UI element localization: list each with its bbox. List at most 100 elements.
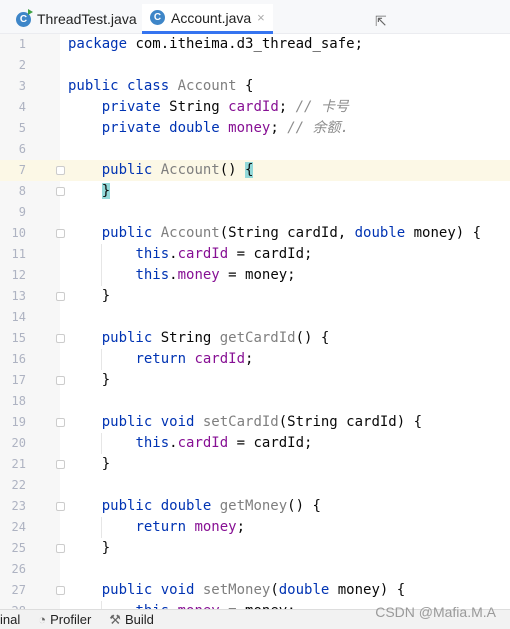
code-line[interactable]: 16 return cardId; — [0, 349, 510, 370]
code-token: () { — [287, 498, 321, 514]
fold-marker-icon[interactable] — [56, 502, 65, 511]
code-text: this.money = money; — [68, 265, 295, 286]
fold-marker-icon[interactable] — [56, 544, 65, 553]
profiler-button[interactable]: ◔ Profiler — [38, 612, 91, 627]
code-line[interactable]: 2 — [0, 55, 510, 76]
code-text: } — [68, 454, 110, 475]
code-token: . — [169, 435, 178, 451]
code-text: return money; — [68, 517, 245, 538]
code-line[interactable]: 22 — [0, 475, 510, 496]
indent-guide — [101, 601, 102, 609]
fold-marker-icon[interactable] — [56, 292, 65, 301]
code-line[interactable]: 17 } — [0, 370, 510, 391]
code-token: getMoney — [219, 498, 288, 514]
line-number: 23 — [11, 499, 26, 513]
line-number: 13 — [11, 289, 26, 303]
code-token: this — [135, 246, 170, 262]
java-class-runnable-icon: C — [16, 8, 33, 27]
code-token: private — [101, 99, 161, 115]
code-line[interactable]: 12 this.money = money; — [0, 265, 510, 286]
fold-marker-icon[interactable] — [56, 229, 65, 238]
code-token: cardId — [228, 99, 279, 115]
fold-marker-icon[interactable] — [56, 418, 65, 427]
mouse-cursor-icon: ⇱ — [375, 13, 387, 29]
code-line[interactable]: 8 } — [0, 181, 510, 202]
code-line[interactable]: 15 public String getCardId() { — [0, 328, 510, 349]
code-line[interactable]: 26 — [0, 559, 510, 580]
code-line[interactable]: 14 — [0, 307, 510, 328]
code-token: } — [68, 456, 111, 472]
line-number: 22 — [11, 478, 26, 492]
line-number: 3 — [18, 79, 26, 93]
code-token: = cardId; — [228, 435, 313, 451]
code-token: () — [219, 162, 246, 178]
code-editor[interactable]: 1 package com.itheima.d3_thread_safe; 2 3 pu… — [0, 34, 510, 609]
tab-label: ThreadTest.java — [37, 11, 137, 27]
code-line[interactable]: 24 return money; — [0, 517, 510, 538]
fold-marker-icon[interactable] — [56, 334, 65, 343]
code-line[interactable]: 23 public double getMoney() { — [0, 496, 510, 517]
code-text: this.money = money; — [68, 601, 295, 609]
code-line[interactable]: 20 this.cardId = cardId; — [0, 433, 510, 454]
code-line[interactable]: 21 } — [0, 454, 510, 475]
code-token: } — [68, 288, 111, 304]
line-number: 1 — [18, 37, 26, 51]
code-line[interactable]: 18 — [0, 391, 510, 412]
code-text: public String getCardId() { — [68, 328, 330, 349]
code-token: Account — [160, 162, 220, 178]
fold-marker-icon[interactable] — [56, 586, 65, 595]
tab-label: Account.java — [171, 9, 252, 26]
code-line[interactable]: 25 } — [0, 538, 510, 559]
fold-marker-icon[interactable] — [56, 460, 65, 469]
code-line[interactable]: 10 public Account(String cardId, double … — [0, 223, 510, 244]
code-token: { — [245, 162, 254, 178]
fold-marker-icon[interactable] — [56, 166, 65, 175]
code-line[interactable]: 1 package com.itheima.d3_thread_safe; — [0, 34, 510, 55]
code-token: String — [160, 99, 229, 115]
build-button[interactable]: ⚒ Build — [109, 612, 154, 628]
code-line[interactable]: 13 } — [0, 286, 510, 307]
fold-marker-icon[interactable] — [56, 187, 65, 196]
code-text: public void setCardId(String cardId) { — [68, 412, 422, 433]
code-token: Account — [160, 225, 220, 241]
code-token: public void — [101, 582, 195, 598]
code-text: package com.itheima.d3_thread_safe; — [68, 34, 363, 55]
close-icon[interactable]: × — [257, 10, 265, 25]
line-number: 19 — [11, 415, 26, 429]
code-token: String — [152, 330, 220, 346]
line-number: 12 — [11, 268, 26, 282]
code-text: } — [68, 181, 111, 202]
code-line[interactable]: 3 public class Account { — [0, 76, 510, 97]
terminal-button[interactable]: inal — [0, 612, 20, 627]
tab-threadtest[interactable]: C ThreadTest.java × — [8, 4, 158, 34]
code-token: double — [354, 225, 406, 241]
java-class-icon: C — [150, 10, 165, 25]
indent-guide — [101, 244, 102, 286]
code-line[interactable]: 5 private double money; // 余额. — [0, 118, 510, 139]
code-token: // 余额. — [287, 120, 349, 136]
code-line[interactable]: 19 public void setCardId(String cardId) … — [0, 412, 510, 433]
code-text: } — [68, 286, 110, 307]
line-number: 5 — [18, 121, 26, 135]
code-text: } — [68, 538, 110, 559]
tab-account[interactable]: C Account.java × — [142, 4, 273, 34]
code-token: money — [194, 519, 237, 535]
code-token: } — [68, 372, 111, 388]
code-token: // 卡号 — [295, 99, 349, 115]
line-number: 11 — [11, 247, 26, 261]
line-number: 17 — [11, 373, 26, 387]
code-token: ; — [236, 519, 246, 535]
code-line[interactable]: 6 — [0, 139, 510, 160]
code-line[interactable]: 7 public Account() { — [0, 160, 510, 181]
code-line[interactable]: 27 public void setMoney(double money) { — [0, 580, 510, 601]
code-line[interactable]: 11 this.cardId = cardId; — [0, 244, 510, 265]
line-number: 14 — [11, 310, 26, 324]
code-line[interactable]: 9 — [0, 202, 510, 223]
fold-marker-icon[interactable] — [56, 376, 65, 385]
code-token: ; — [270, 120, 288, 136]
code-line[interactable]: 4 private String cardId; // 卡号 — [0, 97, 510, 118]
